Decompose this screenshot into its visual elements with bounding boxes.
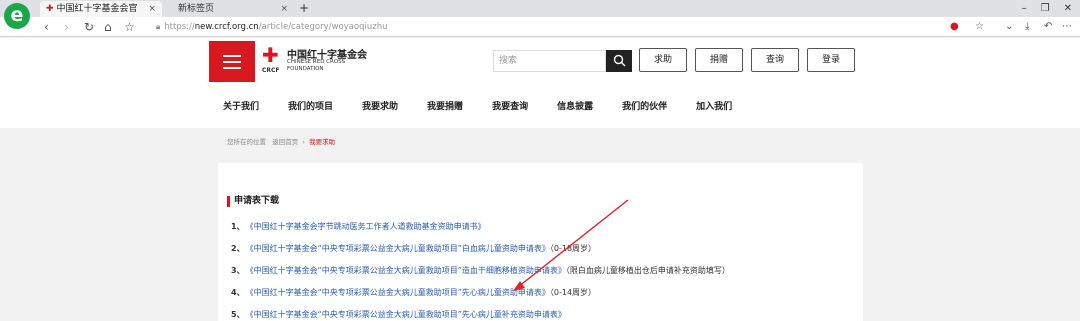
login-button[interactable]: 登录 [807,48,855,72]
home-icon[interactable]: ⌂ [104,19,112,35]
search-icon [613,54,626,67]
site-header: ✚ CRCF 中国红十字基金会 CHINESE RED CROSS FOUNDA… [0,38,1080,128]
browser-tab-bar: e ✚ 中国红十字基金会官 × 新标签页 × + – ❐ ✕ [0,0,1080,29]
url-input[interactable]: 🔒︎ https://new.crcf.org.cn/article/catego… [146,19,936,35]
tab-close-icon[interactable]: × [148,1,156,17]
forward-icon[interactable]: › [64,19,69,35]
window-controls: – ❐ ✕ [1022,0,1072,17]
red-cross-favicon-icon: ✚ [46,4,54,14]
reload-icon[interactable]: ↻ [84,19,94,35]
section-title: 申请表下载 [227,196,279,207]
nav-item-projects[interactable]: 我们的项目 [288,99,333,112]
breadcrumb-current: 我要求助 [309,138,336,146]
form-download-link[interactable]: 《中国红十字基金会“中央专项彩票公益金大病儿童救助项目”先心病儿童补充资助申请表… [250,310,566,319]
browser-logo-icon: e [4,3,30,29]
query-button[interactable]: 查询 [751,48,799,72]
form-download-link[interactable]: 《中国红十字基金会“中央专项彩票公益金大病儿童救助项目”先心病儿童资助申请表》 [250,288,550,297]
download-icon[interactable]: ⤓ [1025,19,1029,35]
back-icon[interactable]: ‹ [44,19,49,35]
list-item: 2、 《中国红十字基金会“中央专项彩票公益金大病儿童救助项目”白血病儿童资助申请表… [231,244,597,253]
list-item: 1、 《中国红十字基金会字节跳动医务工作者人道救助基金资助申请书》 [231,222,486,231]
nav-item-seek-help[interactable]: 我要求助 [362,99,398,112]
favorite-star-icon[interactable]: ☆ [975,19,984,35]
nav-item-query[interactable]: 我要查询 [492,99,528,112]
undo-icon[interactable]: ↶ [1044,19,1052,35]
breadcrumb: 您所在的位置 返回首页 › 我要求助 [227,138,336,146]
extension-icon[interactable]: ● [950,19,959,35]
list-item: 5、 《中国红十字基金会“中央专项彩票公益金大病儿童救助项目”先心病儿童补充资助申… [231,310,566,319]
form-download-link[interactable]: 《中国红十字基金会字节跳动医务工作者人道救助基金资助申请书》 [250,222,486,231]
tab-close-icon[interactable]: × [280,1,288,17]
close-window-icon[interactable]: ✕ [1064,0,1072,17]
logo-english-line1: CHINESE RED CROSS [287,59,346,65]
list-item: 3、 《中国红十字基金会“中央专项彩票公益金大病儿童救助项目”造血干细胞移植资助申… [231,266,730,275]
nav-item-about[interactable]: 关于我们 [223,99,259,112]
tab-label: 新标签页 [178,4,215,14]
form-download-link[interactable]: 《中国红十字基金会“中央专项彩票公益金大病儿童救助项目”白血病儿童资助申请表》 [250,244,550,253]
list-item: 4、 《中国红十字基金会“中央专项彩票公益金大病儿童救助项目”先心病儿童资助申请表… [231,288,597,297]
nav-item-donate[interactable]: 我要捐赠 [427,99,463,112]
tab-crcf[interactable]: ✚ 中国红十字基金会官 × [40,1,162,17]
nav-item-disclosure[interactable]: 信息披露 [557,99,593,112]
content-panel: 申请表下载 1、 《中国红十字基金会字节跳动医务工作者人道救助基金资助申请书》 2… [218,163,863,321]
nav-item-partners[interactable]: 我们的伙伴 [622,99,667,112]
logo-abbr: CRCF [262,67,280,74]
lock-icon: 🔒︎ [156,22,161,31]
search-button[interactable] [606,50,632,72]
minimize-icon[interactable]: – [1022,0,1027,17]
more-icon[interactable]: ⋯ [1062,19,1072,35]
breadcrumb-home-link[interactable]: 返回首页 [272,138,298,146]
tab-new-tab[interactable]: 新标签页 × [170,1,294,17]
tab-label: 中国红十字基金会官 [56,4,138,14]
donate-button[interactable]: 捐赠 [695,48,743,72]
hamburger-menu-button[interactable] [209,41,255,82]
web-page: ✚ CRCF 中国红十字基金会 CHINESE RED CROSS FOUNDA… [0,38,1080,321]
dropdown-icon[interactable]: ⌄ [1005,19,1013,35]
address-bar: ‹ › ↻ ⌂ ☆ 🔒︎ https://new.crcf.org.cn/arti… [0,17,1080,37]
search-input[interactable]: 搜索 [493,50,606,72]
form-download-link[interactable]: 《中国红十字基金会“中央专项彩票公益金大病儿童救助项目”造血干细胞移植资助申请表… [250,266,566,275]
restore-icon[interactable]: ❐ [1041,0,1050,17]
red-cross-logo-icon: ✚ [262,43,279,67]
nav-item-join[interactable]: 加入我们 [696,99,732,112]
main-nav: 关于我们 我们的项目 我要求助 我要捐赠 我要查询 信息披露 我们的伙伴 加入我… [223,99,761,112]
logo-english-line2: FOUNDATION [287,66,324,72]
bookmark-star-icon[interactable]: ☆ [124,19,135,35]
new-tab-button[interactable]: + [299,0,309,17]
help-button[interactable]: 求助 [639,48,687,72]
